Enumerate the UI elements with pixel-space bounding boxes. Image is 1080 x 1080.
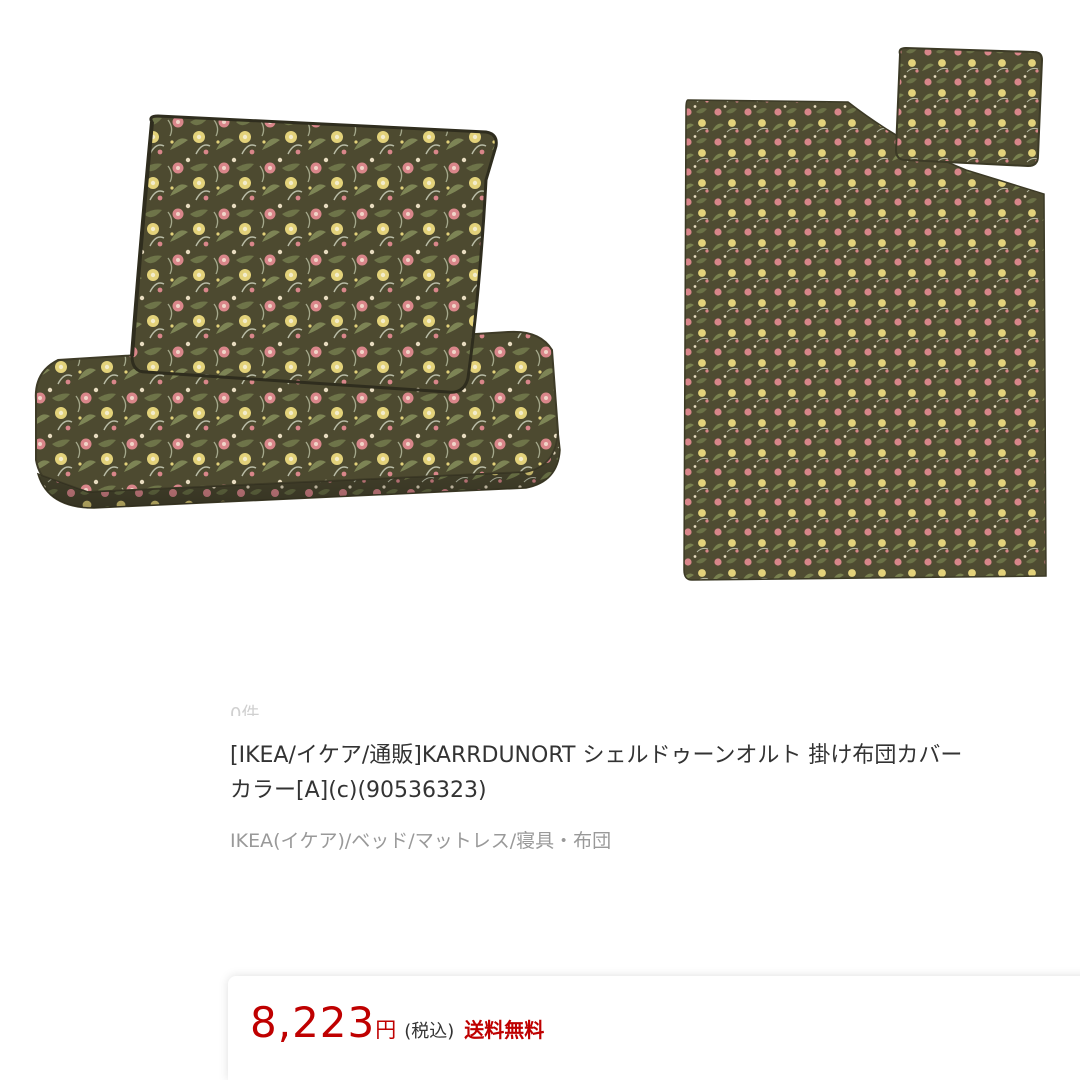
product-image-flat[interactable] bbox=[680, 44, 1060, 584]
category-breadcrumb[interactable]: IKEA(イケア)/ベッド/マットレス/寝具・布団 bbox=[230, 826, 611, 853]
price-row: 8,223 円 (税込) 送料無料 bbox=[250, 998, 544, 1047]
free-shipping-label: 送料無料 bbox=[464, 1018, 545, 1042]
tax-label: (税込) bbox=[404, 1021, 455, 1042]
product-title-line-2[interactable]: カラー[A](c)(90536323) bbox=[230, 773, 1080, 808]
product-page: 0件 [IKEA/イケア/通販]KARRDUNORT シェルドゥーンオルト 掛け… bbox=[0, 0, 1080, 1080]
price-card: 8,223 円 (税込) 送料無料 bbox=[228, 976, 1080, 1080]
price-currency: 円 bbox=[375, 1018, 397, 1042]
product-title[interactable]: [IKEA/イケア/通販]KARRDUNORT シェルドゥーンオルト 掛け布団カ… bbox=[230, 738, 1080, 808]
product-image-folded[interactable] bbox=[28, 110, 568, 510]
product-title-line-1[interactable]: [IKEA/イケア/通販]KARRDUNORT シェルドゥーンオルト 掛け布団カ… bbox=[230, 738, 1080, 773]
price-value: 8,223 bbox=[250, 998, 376, 1047]
result-count: 0件 bbox=[230, 704, 260, 716]
